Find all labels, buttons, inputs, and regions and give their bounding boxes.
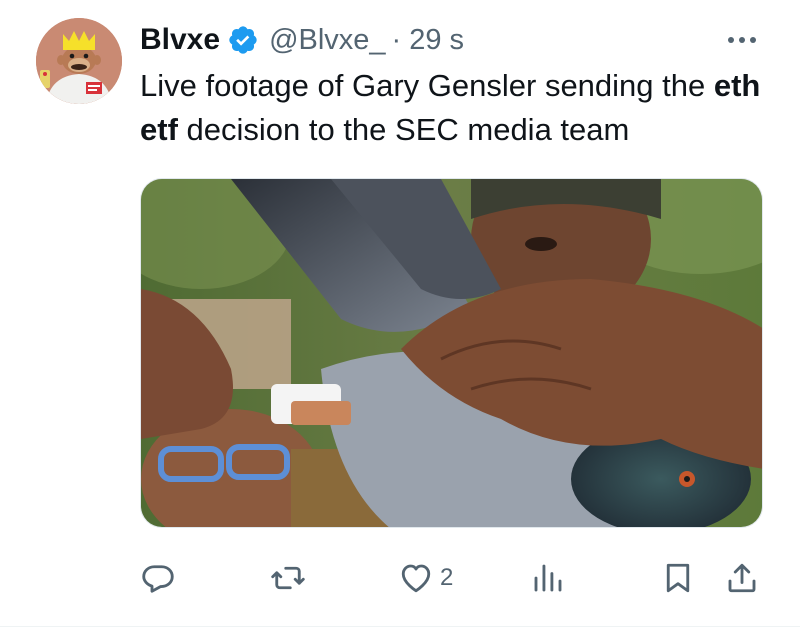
more-dot: [739, 37, 745, 43]
heart-icon: [401, 564, 431, 593]
tweet-header: Blvxe @Blvxe_ · 29 s: [140, 20, 464, 60]
verified-badge-icon[interactable]: [227, 24, 259, 56]
analytics-icon: [534, 564, 562, 592]
tweet-text-part1: Live footage of Gary Gensler sending the: [140, 68, 714, 103]
tweet[interactable]: Blvxe @Blvxe_ · 29 s Live footage of Gar…: [0, 0, 800, 629]
like-button[interactable]: 2: [398, 552, 453, 604]
separator-dot: ·: [391, 23, 402, 56]
avatar[interactable]: [36, 18, 122, 104]
more-dot: [728, 37, 734, 43]
reply-button[interactable]: [140, 552, 176, 604]
share-icon: [728, 563, 756, 593]
tweet-media-photo[interactable]: [140, 178, 763, 528]
tweet-text: Live footage of Gary Gensler sending the…: [140, 64, 770, 152]
share-button[interactable]: [724, 552, 760, 604]
like-count: 2: [440, 564, 454, 591]
more-options-icon[interactable]: [720, 28, 764, 52]
reply-icon: [142, 565, 174, 593]
tweet-timestamp[interactable]: 29 s: [409, 24, 464, 57]
retweet-icon: [271, 566, 305, 590]
author-display-name[interactable]: Blvxe: [140, 23, 220, 57]
tweet-actions: 2: [0, 552, 800, 604]
tweet-text-part2: decision to the SEC media team: [177, 112, 630, 147]
retweet-button[interactable]: [268, 552, 308, 604]
views-button[interactable]: [530, 552, 566, 604]
pigeon-photo: [141, 179, 762, 527]
divider: [0, 626, 800, 627]
bookmark-button[interactable]: [660, 552, 696, 604]
bookmark-icon: [666, 563, 690, 593]
author-handle[interactable]: @Blvxe_: [269, 24, 385, 57]
avatar-image: [36, 18, 122, 104]
more-dot: [750, 37, 756, 43]
